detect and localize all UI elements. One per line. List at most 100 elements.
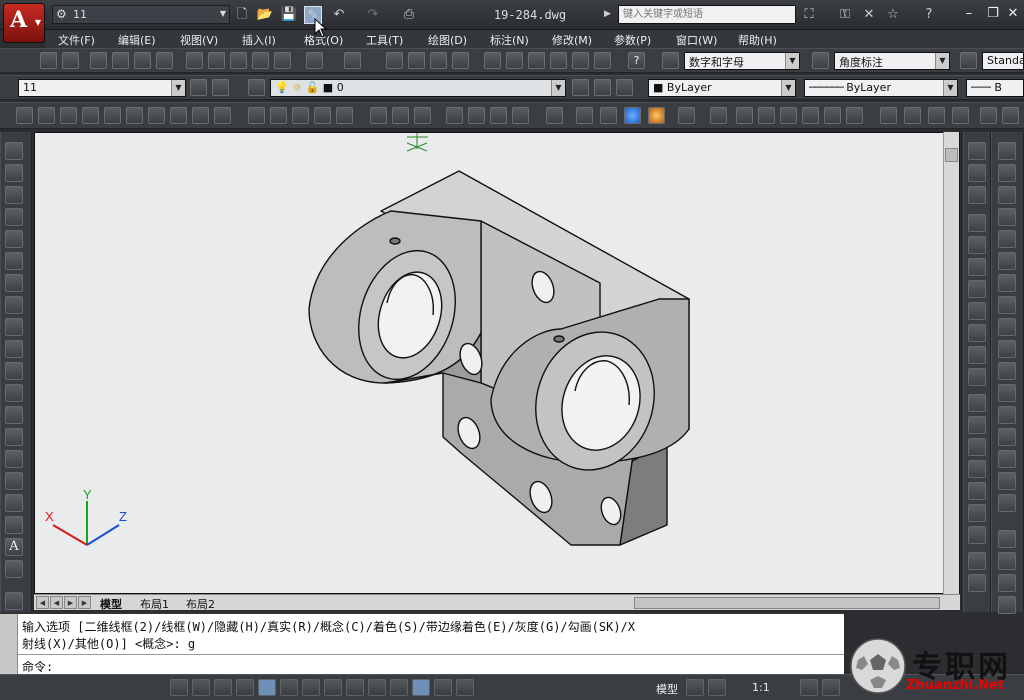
move-faces-icon[interactable] [968, 236, 986, 254]
copy-icon[interactable] [208, 52, 225, 69]
ellipse-icon[interactable] [5, 340, 23, 358]
copy-edges-icon[interactable] [968, 394, 986, 412]
menu-tools[interactable]: 工具(T) [366, 32, 403, 48]
subtract-icon[interactable] [392, 107, 409, 124]
shell-icon[interactable] [968, 504, 986, 522]
pan-icon[interactable] [386, 52, 403, 69]
save-icon[interactable]: 💾 [280, 6, 298, 24]
zoom-previous-icon[interactable] [452, 52, 469, 69]
vertical-scrollbar[interactable] [943, 132, 959, 594]
offset-faces-icon[interactable] [968, 258, 986, 276]
grid-display-icon[interactable] [214, 679, 232, 696]
redo-icon[interactable]: ↷ [364, 6, 382, 24]
break-icon[interactable] [998, 406, 1016, 424]
drawing-canvas[interactable]: Y X Z [34, 132, 960, 594]
tab-model[interactable]: 模型 [100, 596, 122, 612]
arc-icon[interactable] [5, 252, 23, 270]
model-space-label[interactable]: 模型 [656, 681, 678, 697]
layer-previous-icon[interactable] [594, 79, 611, 96]
sheet-set-icon[interactable] [550, 52, 567, 69]
text-style-combo[interactable]: 数字和字母 ▼ [684, 52, 800, 70]
table-style-icon[interactable] [960, 52, 977, 69]
object-snap-icon[interactable] [280, 679, 298, 696]
snap-mode-icon[interactable] [192, 679, 210, 696]
ucs-world-icon[interactable] [1002, 107, 1019, 124]
imprint-icon[interactable] [968, 438, 986, 456]
3d-move-icon[interactable] [446, 107, 463, 124]
tab-first-icon[interactable]: ◀ [36, 596, 49, 609]
union-side-icon[interactable] [968, 142, 986, 160]
command-window-grip[interactable] [0, 614, 18, 674]
quick-view-drawings-icon[interactable] [708, 679, 726, 696]
sweep-icon[interactable] [292, 107, 309, 124]
presspull-icon[interactable] [270, 107, 287, 124]
close-button[interactable]: ✕ [1000, 4, 1024, 24]
workspace-layer-combo[interactable]: 11 ▼ [18, 79, 186, 97]
join-icon[interactable] [998, 428, 1016, 446]
mirror-icon[interactable] [998, 186, 1016, 204]
2d-wireframe-icon[interactable] [546, 107, 563, 124]
annotation-scale[interactable]: 1:1 [752, 681, 770, 694]
polyline-icon[interactable] [5, 186, 23, 204]
menu-insert[interactable]: 插入(I) [242, 32, 276, 48]
ellipse-arc-icon[interactable] [5, 362, 23, 380]
lineweight-combo[interactable]: ─── B [966, 79, 1024, 97]
menu-window[interactable]: 窗口(W) [676, 32, 717, 48]
union-icon[interactable] [370, 107, 387, 124]
object-snap-tracking-icon[interactable] [324, 679, 342, 696]
planar-surface-icon[interactable] [214, 107, 231, 124]
extract-edges-icon[interactable] [968, 552, 986, 570]
view-nw-iso-icon[interactable] [928, 107, 945, 124]
layer-manager-icon[interactable] [248, 79, 265, 96]
clean-icon[interactable] [968, 460, 986, 478]
hatch-icon[interactable] [5, 450, 23, 468]
rotate-icon[interactable] [998, 274, 1016, 292]
view-bottom-icon[interactable] [736, 107, 753, 124]
expand-icon[interactable]: ▶ [604, 9, 611, 19]
menu-file[interactable]: 文件(F) [58, 32, 95, 48]
linetype-combo[interactable]: ────── ByLayer ▼ [804, 79, 958, 97]
camera-icon[interactable] [952, 107, 969, 124]
workspace-combo[interactable]: ⚙ 11 ▼ [52, 5, 230, 24]
minimize-button[interactable]: – [956, 4, 982, 24]
color-edges-icon[interactable] [968, 416, 986, 434]
menu-help[interactable]: 帮助(H) [738, 32, 777, 48]
layer-states-icon[interactable] [616, 79, 633, 96]
taper-faces-icon[interactable] [968, 324, 986, 342]
design-center-icon[interactable] [506, 52, 523, 69]
horizontal-scrollbar[interactable] [634, 597, 940, 609]
layer-combo[interactable]: 💡 ☼ 🔓 ■ 0 ▼ [270, 79, 566, 97]
dynamic-input-icon[interactable] [368, 679, 386, 696]
line-icon[interactable] [5, 142, 23, 160]
extrude-icon[interactable] [248, 107, 265, 124]
text-style-icon[interactable] [662, 52, 679, 69]
undo-icon[interactable]: ↶ [330, 6, 348, 24]
add-selected-icon[interactable] [5, 560, 23, 578]
sphere-icon[interactable] [104, 107, 121, 124]
torus-icon[interactable] [148, 107, 165, 124]
make-object-layer-current-icon[interactable] [572, 79, 589, 96]
transparency-icon[interactable] [412, 679, 430, 696]
move-icon[interactable] [998, 252, 1016, 270]
open-icon[interactable] [62, 52, 79, 69]
offset-icon[interactable] [998, 208, 1016, 226]
lineweight-toggle-icon[interactable] [390, 679, 408, 696]
box-icon[interactable] [38, 107, 55, 124]
view-front-icon[interactable] [802, 107, 819, 124]
3d-align-icon[interactable] [490, 107, 507, 124]
zoom-window-icon[interactable] [430, 52, 447, 69]
ucs-icon[interactable] [980, 107, 997, 124]
visual-styles-manager-icon[interactable] [678, 107, 695, 124]
publish-icon[interactable] [134, 52, 151, 69]
make-block-icon[interactable] [5, 406, 23, 424]
erase-icon[interactable] [998, 142, 1016, 160]
extend-icon[interactable] [998, 362, 1016, 380]
menu-draw[interactable]: 绘图(D) [428, 32, 467, 48]
quick-view-layouts-icon[interactable] [686, 679, 704, 696]
markup-icon[interactable] [572, 52, 589, 69]
3d-hidden-icon[interactable] [600, 107, 617, 124]
3d-object-snap-icon[interactable] [302, 679, 320, 696]
extrude-faces-icon[interactable] [968, 214, 986, 232]
view-left-icon[interactable] [758, 107, 775, 124]
polygon-icon[interactable] [5, 208, 23, 226]
